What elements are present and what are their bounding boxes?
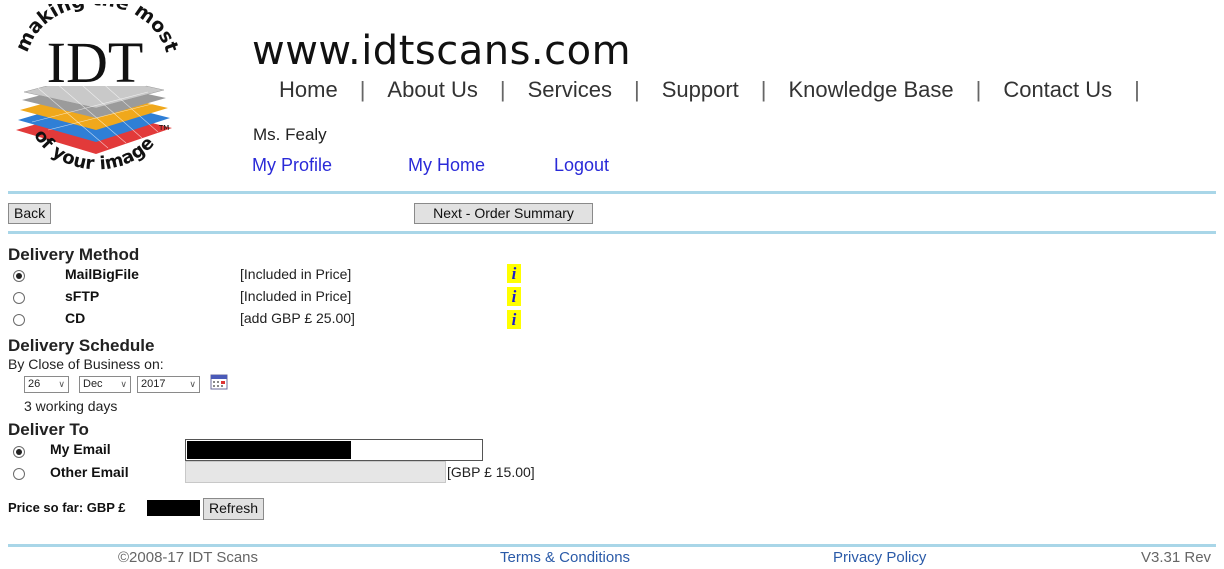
redacted-price <box>147 500 200 516</box>
cd-price: [add GBP £ 25.00] <box>240 310 355 326</box>
version-text: V3.31 Rev <box>1141 549 1212 566</box>
copyright-text: ©2008-17 IDT Scans <box>118 549 259 566</box>
chevron-down-icon: ∨ <box>189 379 196 389</box>
year-value: 2017 <box>141 378 166 390</box>
divider <box>8 544 1216 547</box>
other-email-label: Other Email <box>50 464 129 480</box>
deliver-to-title: Deliver To <box>8 420 89 439</box>
nav-separator: | <box>760 77 767 102</box>
back-button[interactable]: Back <box>8 203 52 224</box>
chevron-down-icon: ∨ <box>58 379 65 389</box>
terms-link[interactable]: Terms & Conditions <box>500 549 630 566</box>
info-icon[interactable]: i <box>507 310 521 329</box>
info-icon[interactable]: i <box>507 264 521 283</box>
redacted-email <box>187 441 351 459</box>
divider <box>8 231 1216 234</box>
logo-center-text: IDT <box>47 30 144 95</box>
next-order-summary-button[interactable]: Next - Order Summary <box>414 203 593 224</box>
privacy-link[interactable]: Privacy Policy <box>833 549 926 566</box>
nav-separator: | <box>359 77 366 102</box>
chevron-down-icon: ∨ <box>120 379 127 389</box>
sftp-price: [Included in Price] <box>240 288 352 304</box>
other-email-radio[interactable] <box>13 468 25 480</box>
logo-graphic: making the most IDT of your image TM <box>11 0 182 174</box>
nav-home[interactable]: Home <box>279 77 338 103</box>
other-email-field[interactable] <box>185 461 446 483</box>
mailbigfile-radio[interactable] <box>13 270 25 282</box>
day-select[interactable]: 26 ∨ <box>24 376 69 393</box>
cd-label: CD <box>65 310 86 326</box>
main-nav: Home | About Us | Services | Support | K… <box>279 77 1162 103</box>
delivery-schedule-subtitle: By Close of Business on: <box>8 356 164 372</box>
sftp-label: sFTP <box>65 288 100 304</box>
calendar-icon[interactable] <box>210 374 228 390</box>
user-name: Ms. Fealy <box>253 125 327 144</box>
delivery-schedule-title: Delivery Schedule <box>8 336 155 355</box>
price-label: Price so far: GBP £ <box>8 500 126 515</box>
nav-separator: | <box>975 77 982 102</box>
working-days-text: 3 working days <box>24 398 118 414</box>
mailbigfile-label: MailBigFile <box>65 266 139 282</box>
cd-radio[interactable] <box>13 314 25 326</box>
logo-trademark: TM <box>158 124 169 132</box>
nav-contact-us[interactable]: Contact Us <box>1003 77 1112 103</box>
month-select[interactable]: Dec ∨ <box>79 376 131 393</box>
day-value: 26 <box>28 378 41 390</box>
delivery-method-title: Delivery Method <box>8 245 140 264</box>
refresh-button[interactable]: Refresh <box>203 498 265 520</box>
my-email-label: My Email <box>50 441 111 457</box>
idt-logo[interactable]: making the most IDT of your image TM <box>8 0 182 188</box>
site-title: www.idtscans.com <box>252 28 632 74</box>
nav-separator: | <box>1134 77 1140 102</box>
my-profile-link[interactable]: My Profile <box>252 155 332 176</box>
nav-separator: | <box>499 77 506 102</box>
nav-services[interactable]: Services <box>528 77 612 103</box>
my-email-radio[interactable] <box>13 446 25 458</box>
sftp-radio[interactable] <box>13 292 25 304</box>
info-icon[interactable]: i <box>507 287 521 306</box>
divider <box>8 191 1216 194</box>
my-email-field[interactable] <box>185 439 483 461</box>
nav-support[interactable]: Support <box>662 77 739 103</box>
month-value: Dec <box>83 378 103 390</box>
mailbigfile-price: [Included in Price] <box>240 266 352 282</box>
my-home-link[interactable]: My Home <box>408 155 485 176</box>
nav-separator: | <box>633 77 640 102</box>
other-email-price: [GBP £ 15.00] <box>447 464 535 480</box>
logout-link[interactable]: Logout <box>554 155 609 176</box>
nav-about-us[interactable]: About Us <box>387 77 478 103</box>
nav-knowledge-base[interactable]: Knowledge Base <box>788 77 953 103</box>
year-select[interactable]: 2017 ∨ <box>137 376 200 393</box>
